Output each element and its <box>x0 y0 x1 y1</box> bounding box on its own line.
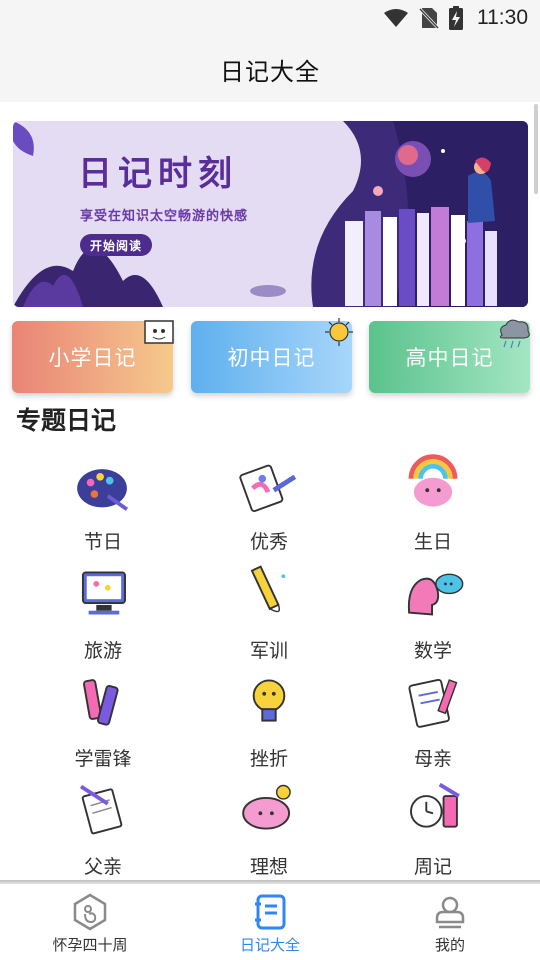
topic-label: 周记 <box>413 856 452 878</box>
banner-subtitle: 享受在知识太空畅游的快感 <box>80 209 249 224</box>
notebook-icon <box>408 678 458 728</box>
alarm-clock-icon <box>410 782 460 828</box>
category-high-diary[interactable]: 高中日记 <box>369 319 530 393</box>
topic-item[interactable]: 节日 <box>28 446 178 554</box>
section-title: 专题日记 <box>16 406 117 435</box>
profile-icon <box>435 896 465 929</box>
topic-label: 理想 <box>249 856 288 878</box>
category-label: 高中日记 <box>405 346 494 370</box>
nav-label: 我的 <box>434 936 465 954</box>
nav-item-pregnancy[interactable]: 怀孕四十周 <box>0 884 180 960</box>
status-icons: 11:30 <box>383 6 528 30</box>
nav-label: 怀孕四十周 <box>52 936 128 954</box>
topic-item[interactable]: 军训 <box>194 555 344 663</box>
brain-idea-icon <box>242 784 291 830</box>
topic-label: 生日 <box>413 531 452 553</box>
pencil-icon <box>250 565 286 613</box>
nav-label: 日记大全 <box>239 936 300 954</box>
topic-label: 军训 <box>249 640 288 662</box>
topic-item[interactable]: 周记 <box>358 771 508 879</box>
cat-sticker-icon <box>144 320 174 344</box>
bottom-nav: 怀孕四十周 日记大全 我的 <box>0 884 540 960</box>
pregnancy-icon <box>73 893 107 931</box>
category-middle-diary[interactable]: 初中日记 <box>191 318 353 393</box>
topic-item[interactable]: 旅游 <box>28 555 178 663</box>
palette-icon <box>77 469 129 511</box>
topic-item[interactable]: 学雷锋 <box>28 663 178 771</box>
topic-label: 挫折 <box>249 748 288 770</box>
topic-label: 父亲 <box>83 856 122 878</box>
topic-item[interactable]: 优秀 <box>194 446 344 554</box>
topic-label: 旅游 <box>83 640 122 662</box>
topic-item[interactable]: 母亲 <box>358 663 508 771</box>
topic-label: 节日 <box>83 531 122 553</box>
topic-label: 数学 <box>413 640 452 662</box>
wifi-icon <box>384 9 408 27</box>
app-bar: 日记大全 <box>0 36 540 102</box>
markers-icon <box>82 679 119 726</box>
category-label: 小学日记 <box>48 346 137 370</box>
battery-charging-icon <box>449 6 463 30</box>
nav-item-diary[interactable]: 日记大全 <box>180 884 360 960</box>
category-primary-diary[interactable]: 小学日记 <box>12 320 174 393</box>
scrollbar[interactable] <box>534 104 538 194</box>
topic-item[interactable]: 生日 <box>358 446 508 554</box>
lightbulb-icon <box>252 679 286 722</box>
topic-label: 优秀 <box>249 531 288 553</box>
notepad-icon <box>79 784 123 835</box>
start-reading-button[interactable]: 开始阅读 <box>80 234 152 256</box>
topic-item[interactable]: 理想 <box>194 771 344 879</box>
head-bubble-icon <box>407 573 464 616</box>
drawing-board-icon <box>239 464 297 512</box>
cloud-sticker-icon <box>499 319 530 349</box>
topic-item[interactable]: 挫折 <box>194 663 344 771</box>
category-label: 初中日记 <box>227 346 316 370</box>
status-time: 11:30 <box>477 6 528 29</box>
diary-icon <box>255 894 286 930</box>
page-title: 日记大全 <box>220 57 320 86</box>
banner[interactable]: 日记时刻 享受在知识太空畅游的快感 开始阅读 <box>13 121 528 307</box>
topic-item[interactable]: 父亲 <box>28 771 178 879</box>
nav-item-profile[interactable]: 我的 <box>360 884 540 960</box>
banner-title: 日记时刻 <box>78 154 238 194</box>
no-sim-icon <box>419 7 439 29</box>
topic-label: 学雷锋 <box>74 748 132 770</box>
computer-icon <box>81 571 126 615</box>
sun-sticker-icon <box>325 318 353 346</box>
brain-rainbow-icon <box>408 454 458 507</box>
topic-label: 母亲 <box>413 748 452 770</box>
status-bar: 11:30 <box>0 0 540 36</box>
topic-item[interactable]: 数学 <box>358 555 508 663</box>
